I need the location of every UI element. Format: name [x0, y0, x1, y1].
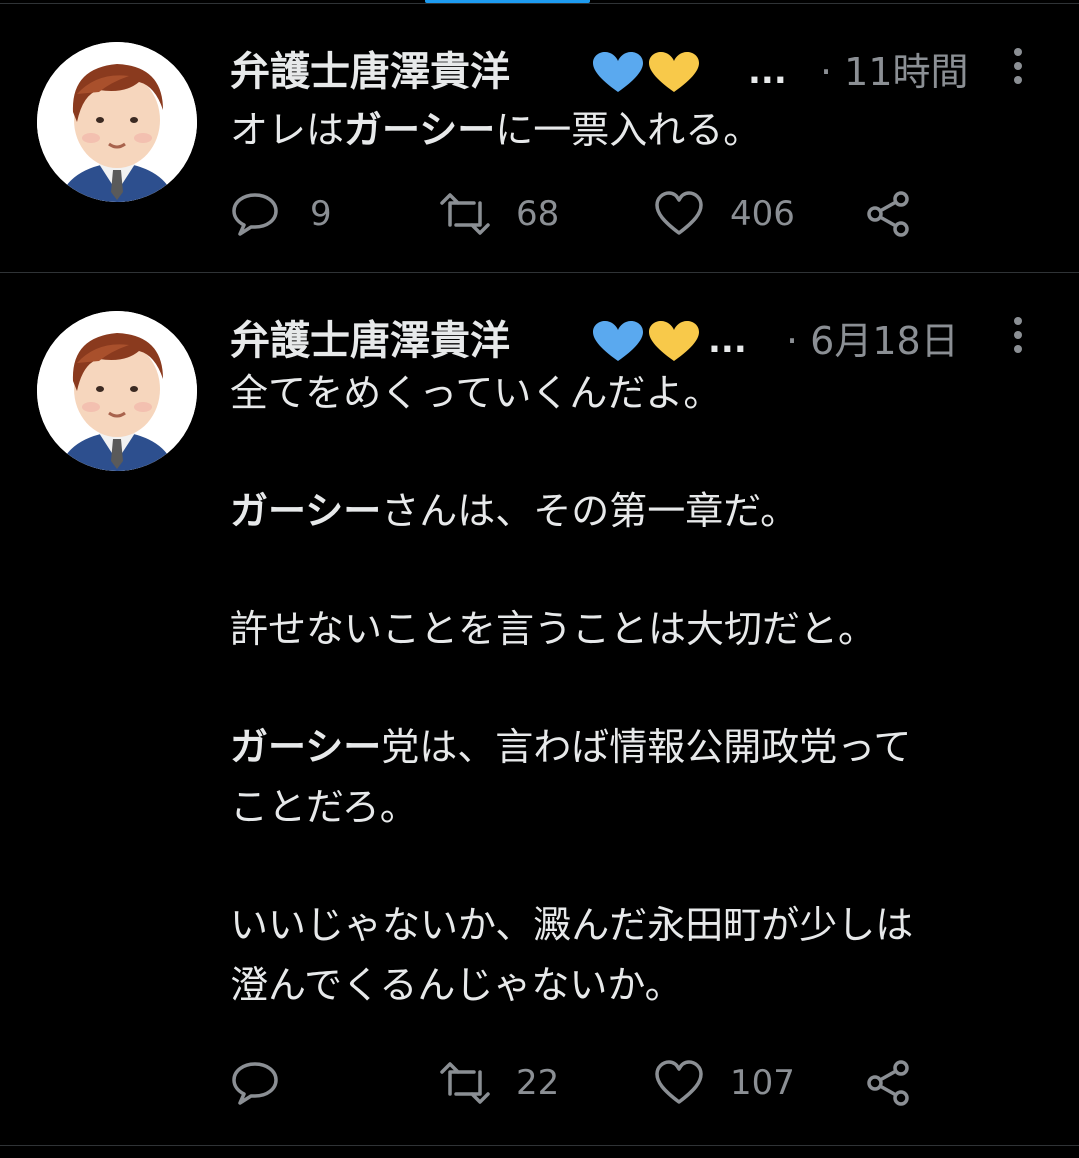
- more-options-icon[interactable]: [1012, 317, 1024, 359]
- retweet-arrows-icon: [440, 193, 490, 235]
- name-ellipsis: ...: [748, 52, 787, 92]
- like-button[interactable]: 406: [654, 184, 795, 244]
- tweet[interactable]: 弁護士唐澤貴洋 ... · 11時間 オレはガーシーに一票入れる。 9 68 4…: [0, 4, 1079, 273]
- author-name[interactable]: 弁護士唐澤貴洋: [230, 311, 510, 371]
- timestamp[interactable]: · 11時間: [820, 42, 969, 102]
- heart-emojis: [592, 321, 702, 363]
- share-button[interactable]: [864, 184, 914, 244]
- tweet-line: ガーシーさんは、その第一章だ。: [230, 489, 799, 533]
- tweet-line: 許せないことを言うことは大切だと。: [230, 607, 877, 651]
- tweet-actions: 9 68 406: [230, 184, 930, 244]
- avatar[interactable]: [37, 42, 197, 202]
- retweet-arrows-icon: [440, 1062, 490, 1104]
- heart-outline-icon: [655, 1060, 703, 1104]
- tweet-text: 全てをめくっていくんだよ。 ガーシーさんは、その第一章だ。 許せないことを言うこ…: [230, 363, 1050, 1015]
- yellow-heart-icon: [649, 52, 699, 92]
- speech-bubble-icon: [232, 193, 278, 236]
- tweet-line: ガーシー党は、言わば情報公開政党って: [230, 725, 912, 769]
- tweet-text: オレはガーシーに一票入れる。: [230, 100, 1050, 160]
- reply-button[interactable]: 9: [230, 184, 332, 244]
- yellow-heart-icon: [649, 321, 699, 361]
- speech-bubble-icon: [232, 1062, 278, 1105]
- blue-heart-icon: [593, 52, 643, 92]
- reply-count: 9: [310, 194, 332, 234]
- like-count: 107: [730, 1063, 795, 1103]
- share-button[interactable]: [864, 1053, 914, 1113]
- like-button[interactable]: 107: [654, 1053, 795, 1113]
- blue-heart-icon: [593, 321, 643, 361]
- retweet-button[interactable]: 22: [440, 1053, 559, 1113]
- tweet-header: 弁護士唐澤貴洋 ... · 11時間: [230, 42, 1050, 102]
- tweet-header: 弁護士唐澤貴洋 ... · 6月18日: [230, 311, 1050, 371]
- retweet-count: 22: [516, 1063, 560, 1103]
- author-name[interactable]: 弁護士唐澤貴洋: [230, 42, 510, 102]
- heart-outline-icon: [655, 191, 703, 235]
- retweet-count: 68: [516, 194, 560, 234]
- name-ellipsis: ...: [708, 321, 747, 361]
- share-nodes-icon: [867, 191, 909, 237]
- tweet-line: ことだろ。: [230, 785, 418, 829]
- heart-emojis: [592, 52, 702, 94]
- tweet-line: 全てをめくっていくんだよ。: [230, 371, 722, 415]
- tweet-actions: 22 107: [230, 1053, 930, 1113]
- tweet[interactable]: 弁護士唐澤貴洋 ... · 6月18日 全てをめくっていくんだよ。 ガーシーさん…: [0, 273, 1079, 1146]
- more-options-icon[interactable]: [1012, 48, 1024, 90]
- retweet-button[interactable]: 68: [440, 184, 559, 244]
- timestamp[interactable]: · 6月18日: [786, 311, 959, 371]
- avatar[interactable]: [37, 311, 197, 471]
- tweet-line: 澄んでくるんじゃないか。: [230, 963, 683, 1007]
- reply-button[interactable]: [230, 1053, 306, 1113]
- share-nodes-icon: [867, 1060, 909, 1106]
- like-count: 406: [730, 194, 795, 234]
- tweet-line: オレはガーシーに一票入れる。: [230, 108, 762, 152]
- tweet-line: いいじゃないか、澱んだ永田町が少しは: [230, 903, 914, 947]
